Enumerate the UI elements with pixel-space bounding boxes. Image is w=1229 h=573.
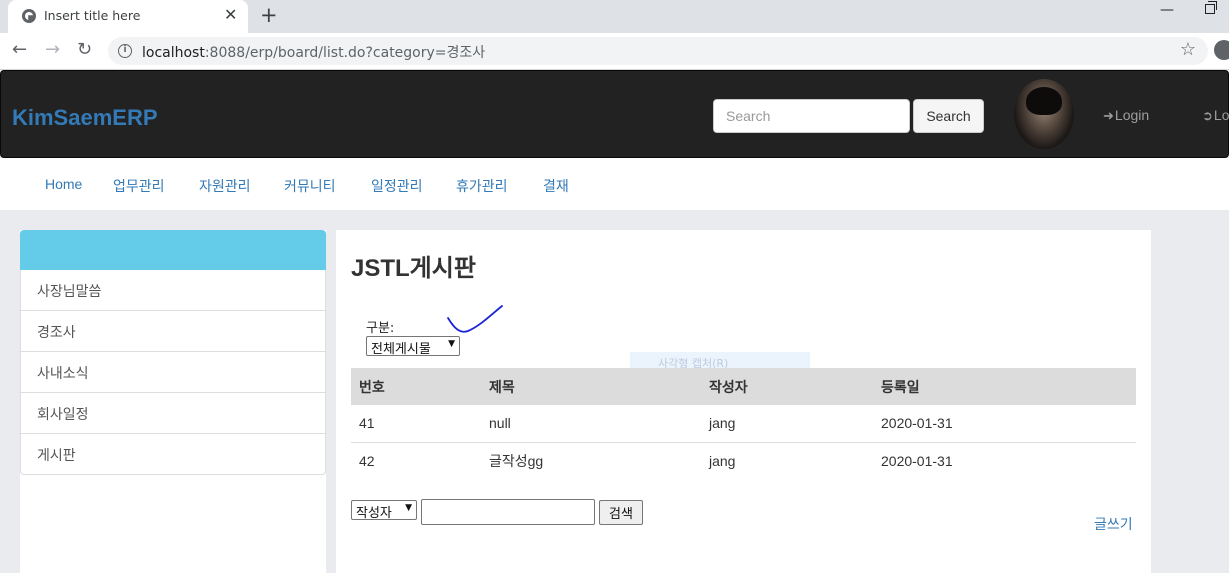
cell-title[interactable]: null	[481, 405, 701, 443]
table-row[interactable]: 41 null jang 2020-01-31	[351, 405, 1136, 443]
reload-icon[interactable]: ↻	[77, 39, 92, 60]
minimize-icon[interactable]: —	[1160, 2, 1174, 18]
menu-resources[interactable]: 자원관리	[199, 176, 251, 196]
cell-number: 42	[359, 452, 375, 469]
menu-approval[interactable]: 결재	[543, 176, 569, 196]
brand-logo[interactable]: KimSaemERP	[12, 105, 158, 131]
avatar	[1014, 79, 1074, 149]
sidebar-item-company-schedule[interactable]: 회사일정	[20, 393, 326, 434]
info-icon[interactable]: i	[118, 44, 132, 58]
handwritten-checkmark	[447, 305, 503, 333]
sidebar: 사장님말씀 경조사 사내소식 회사일정 게시판	[20, 230, 326, 573]
sidebar-item-company-news[interactable]: 사내소식	[20, 352, 326, 393]
board-panel: JSTL게시판 구분: 전체게시물 ▼ 사각형 캡처(R) 번호 제목 작성자 …	[336, 230, 1151, 573]
back-icon[interactable]: ←	[12, 39, 27, 60]
url-text: localhost:8088/erp/board/list.do?categor…	[142, 45, 486, 61]
menu-schedule[interactable]: 일정관리	[371, 176, 423, 196]
log-in-icon: ➜	[1103, 108, 1114, 123]
table-header-row: 번호 제목 작성자 등록일	[351, 368, 1136, 405]
cell-title[interactable]: 글작성gg	[481, 442, 701, 479]
new-tab-icon[interactable]: +	[260, 3, 278, 27]
board-table: 번호 제목 작성자 등록일 41 null jang 2020-01-31 42…	[351, 368, 1136, 479]
sidebar-item-ceo-message[interactable]: 사장님말씀	[20, 270, 326, 311]
menu-home[interactable]: Home	[45, 176, 82, 192]
forward-icon[interactable]: →	[45, 39, 60, 60]
table-row[interactable]: 42 글작성gg jang 2020-01-31	[351, 442, 1136, 479]
cell-author: jang	[709, 452, 736, 469]
category-label: 구분:	[366, 321, 395, 336]
sidebar-item-board[interactable]: 게시판	[20, 434, 326, 475]
browser-tab[interactable]: Insert title here ✕	[8, 0, 248, 33]
search-field-select[interactable]: 작성자 ▼	[351, 500, 417, 521]
cell-date: 2020-01-31	[881, 452, 953, 469]
menu-work[interactable]: 업무관리	[113, 176, 165, 196]
page-title: JSTL게시판	[351, 255, 476, 282]
bookmark-star-icon[interactable]: ☆	[1180, 39, 1196, 60]
logout-link[interactable]: ➲Lo	[1202, 107, 1229, 124]
login-link[interactable]: ➜Login	[1103, 107, 1149, 124]
tab-title: Insert title here	[44, 8, 141, 23]
browser-tab-strip: Insert title here ✕ + —	[0, 0, 1229, 33]
sidebar-item-family-events[interactable]: 경조사	[20, 311, 326, 352]
profile-icon[interactable]	[1214, 40, 1229, 60]
browser-toolbar: ← → ↻ i localhost:8088/erp/board/list.do…	[0, 33, 1229, 70]
search-input[interactable]	[713, 99, 910, 133]
column-header: 번호	[351, 368, 481, 405]
dropdown-arrow-icon: ▼	[448, 339, 455, 349]
close-tab-icon[interactable]: ✕	[224, 5, 237, 24]
board-search-button[interactable]: 검색	[599, 500, 643, 525]
search-button[interactable]: Search	[913, 99, 984, 133]
globe-icon	[22, 9, 36, 23]
dropdown-arrow-icon: ▼	[405, 503, 412, 513]
column-header: 등록일	[873, 368, 1136, 405]
column-header: 작성자	[701, 368, 873, 405]
cell-number: 41	[351, 405, 481, 443]
main-menu: Home 업무관리 자원관리 커뮤니티 일정관리 휴가관리 결재	[0, 158, 1229, 210]
cell-author: jang	[701, 405, 873, 443]
cell-date: 2020-01-31	[873, 405, 1136, 443]
column-header: 제목	[481, 368, 701, 405]
write-post-link[interactable]: 글쓰기	[1094, 514, 1133, 534]
menu-vacation[interactable]: 휴가관리	[456, 176, 508, 196]
menu-community[interactable]: 커뮤니티	[284, 176, 336, 196]
sidebar-header	[20, 230, 326, 270]
top-navbar: KimSaemERP Search ➜Login ➲Lo	[0, 70, 1229, 158]
address-bar[interactable]: i localhost:8088/erp/board/list.do?categ…	[108, 37, 1208, 65]
keyword-input[interactable]	[421, 499, 595, 525]
restore-icon[interactable]	[1205, 1, 1217, 14]
log-out-icon: ➲	[1202, 108, 1213, 123]
